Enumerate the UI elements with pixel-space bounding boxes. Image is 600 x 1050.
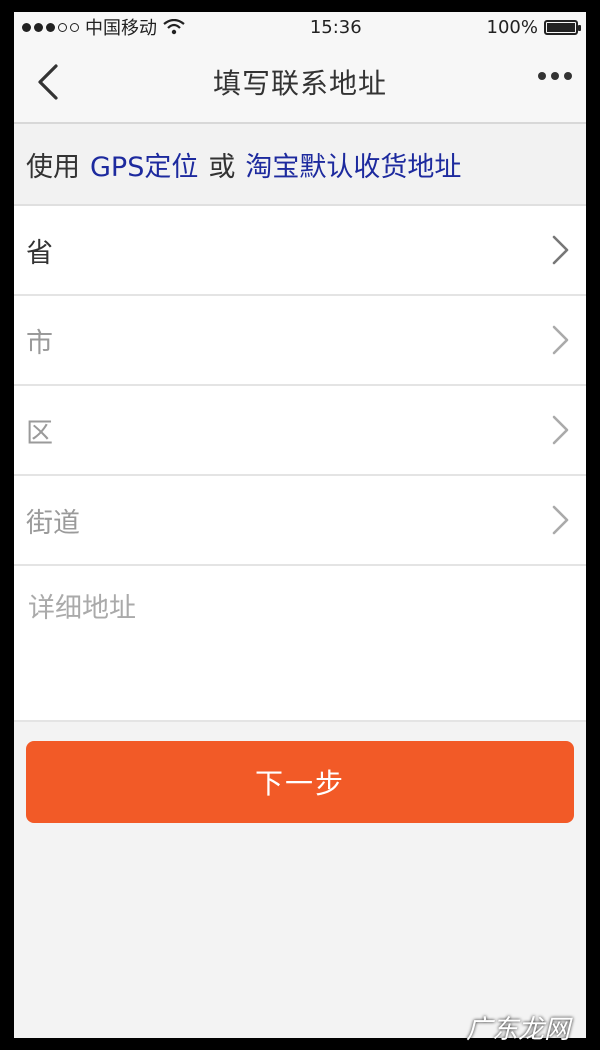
phone-screen: 中国移动 15:36 100% 填写联系地址 使用 GPS定位 或 淘宝默认收货…: [14, 12, 586, 1038]
province-selector[interactable]: 省: [14, 206, 586, 296]
status-right: 100%: [486, 16, 581, 38]
chevron-right-icon: [552, 415, 569, 445]
wifi-icon: [163, 19, 185, 35]
watermark: 广东龙网: [465, 1015, 570, 1045]
taobao-default-address-link[interactable]: 淘宝默认收货地址: [245, 145, 461, 184]
battery-percent: 100%: [486, 16, 538, 38]
more-horizontal-icon[interactable]: [538, 72, 572, 80]
status-time: 15:36: [309, 16, 362, 38]
gps-location-link[interactable]: GPS定位: [90, 145, 198, 184]
quick-fill-bar: 使用 GPS定位 或 淘宝默认收货地址: [14, 124, 586, 206]
detail-address-input[interactable]: 详细地址: [14, 566, 586, 722]
carrier-name: 中国移动: [85, 18, 157, 39]
battery-icon: [544, 19, 581, 35]
street-selector[interactable]: 街道: [14, 476, 586, 566]
street-label: 街道: [26, 507, 80, 539]
district-selector[interactable]: 区: [14, 386, 586, 476]
next-step-button[interactable]: 下一步: [26, 741, 574, 823]
status-bar: 中国移动 15:36 100%: [14, 12, 586, 42]
chevron-right-icon: [552, 505, 569, 535]
page-title: 填写联系地址: [212, 67, 387, 100]
signal-icon: [22, 22, 79, 32]
province-label: 省: [26, 237, 53, 269]
nav-bar: 填写联系地址: [14, 42, 586, 124]
chevron-right-icon: [552, 325, 569, 355]
detail-address-placeholder: 详细地址: [28, 593, 136, 624]
district-label: 区: [26, 417, 53, 449]
back-chevron-icon[interactable]: [30, 62, 70, 102]
status-left: 中国移动: [22, 14, 185, 40]
city-selector[interactable]: 市: [14, 296, 586, 386]
quick-fill-or: 或: [208, 151, 236, 183]
city-label: 市: [26, 327, 53, 359]
quick-fill-prefix: 使用: [26, 151, 80, 183]
chevron-right-icon: [552, 235, 569, 265]
